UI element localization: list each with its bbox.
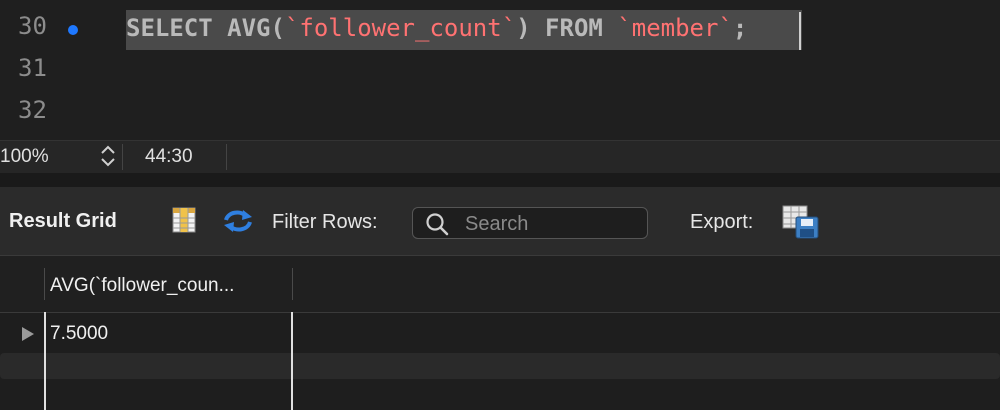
column-divider — [44, 268, 45, 300]
sql-editor[interactable]: 30 SELECT AVG(`follower_count`) FROM `me… — [0, 0, 1000, 140]
kw-select: SELECT — [126, 14, 213, 42]
zoom-stepper-icon[interactable] — [98, 144, 118, 168]
text-cursor — [799, 12, 801, 50]
table-cell[interactable]: 7.5000 — [50, 323, 108, 345]
zoom-level[interactable]: 100% — [0, 146, 49, 168]
column-divider[interactable] — [292, 268, 293, 300]
breakpoint-dot-icon[interactable] — [68, 25, 78, 35]
editor-status-bar: 100% 44:30 — [0, 140, 1000, 174]
status-divider — [226, 144, 227, 170]
filter-rows-label: Filter Rows: — [272, 211, 378, 233]
filter-search-input[interactable] — [463, 210, 642, 238]
refresh-icon[interactable] — [222, 208, 254, 234]
result-toolbar: Result Grid Filter Rows: Search Export: — [0, 187, 1000, 256]
panel-gap — [0, 173, 1000, 187]
editor-line-30[interactable]: 30 SELECT AVG(`follower_count`) FROM `me… — [0, 4, 1000, 50]
editor-line-31[interactable]: 31 — [0, 46, 1000, 88]
cell-edit-border — [44, 312, 46, 410]
filter-search-box[interactable] — [412, 207, 648, 239]
statement-terminator: ; — [732, 14, 748, 42]
editor-line-32[interactable]: 32 — [0, 88, 1000, 130]
column-header-avg[interactable]: AVG(`follower_coun... — [50, 275, 286, 297]
line-number: 32 — [18, 96, 47, 124]
grid-header-row: AVG(`follower_coun... — [0, 256, 1000, 313]
play-triangle-icon — [21, 327, 35, 341]
table-row[interactable]: 7.5000 — [0, 314, 1000, 354]
line-number: 30 — [18, 12, 47, 40]
export-icon[interactable] — [782, 205, 820, 239]
sql-statement[interactable]: SELECT AVG(`follower_count`) FROM `membe… — [126, 14, 747, 42]
kw-avg: AVG( — [227, 14, 285, 42]
grid-icon[interactable] — [172, 207, 196, 233]
column-identifier: `follower_count` — [284, 14, 517, 42]
cell-edit-border — [291, 312, 293, 410]
result-grid[interactable]: AVG(`follower_coun... 7.5000 — [0, 256, 1000, 410]
result-grid-title: Result Grid — [9, 210, 117, 232]
table-identifier: `member` — [617, 14, 733, 42]
kw-from: FROM — [545, 14, 603, 42]
close-paren: ) — [516, 14, 531, 42]
cursor-position: 44:30 — [145, 146, 193, 167]
line-number: 31 — [18, 54, 47, 82]
table-row-empty[interactable] — [0, 353, 1000, 379]
export-label: Export: — [690, 211, 754, 233]
status-divider — [122, 144, 123, 170]
search-icon — [425, 212, 449, 236]
